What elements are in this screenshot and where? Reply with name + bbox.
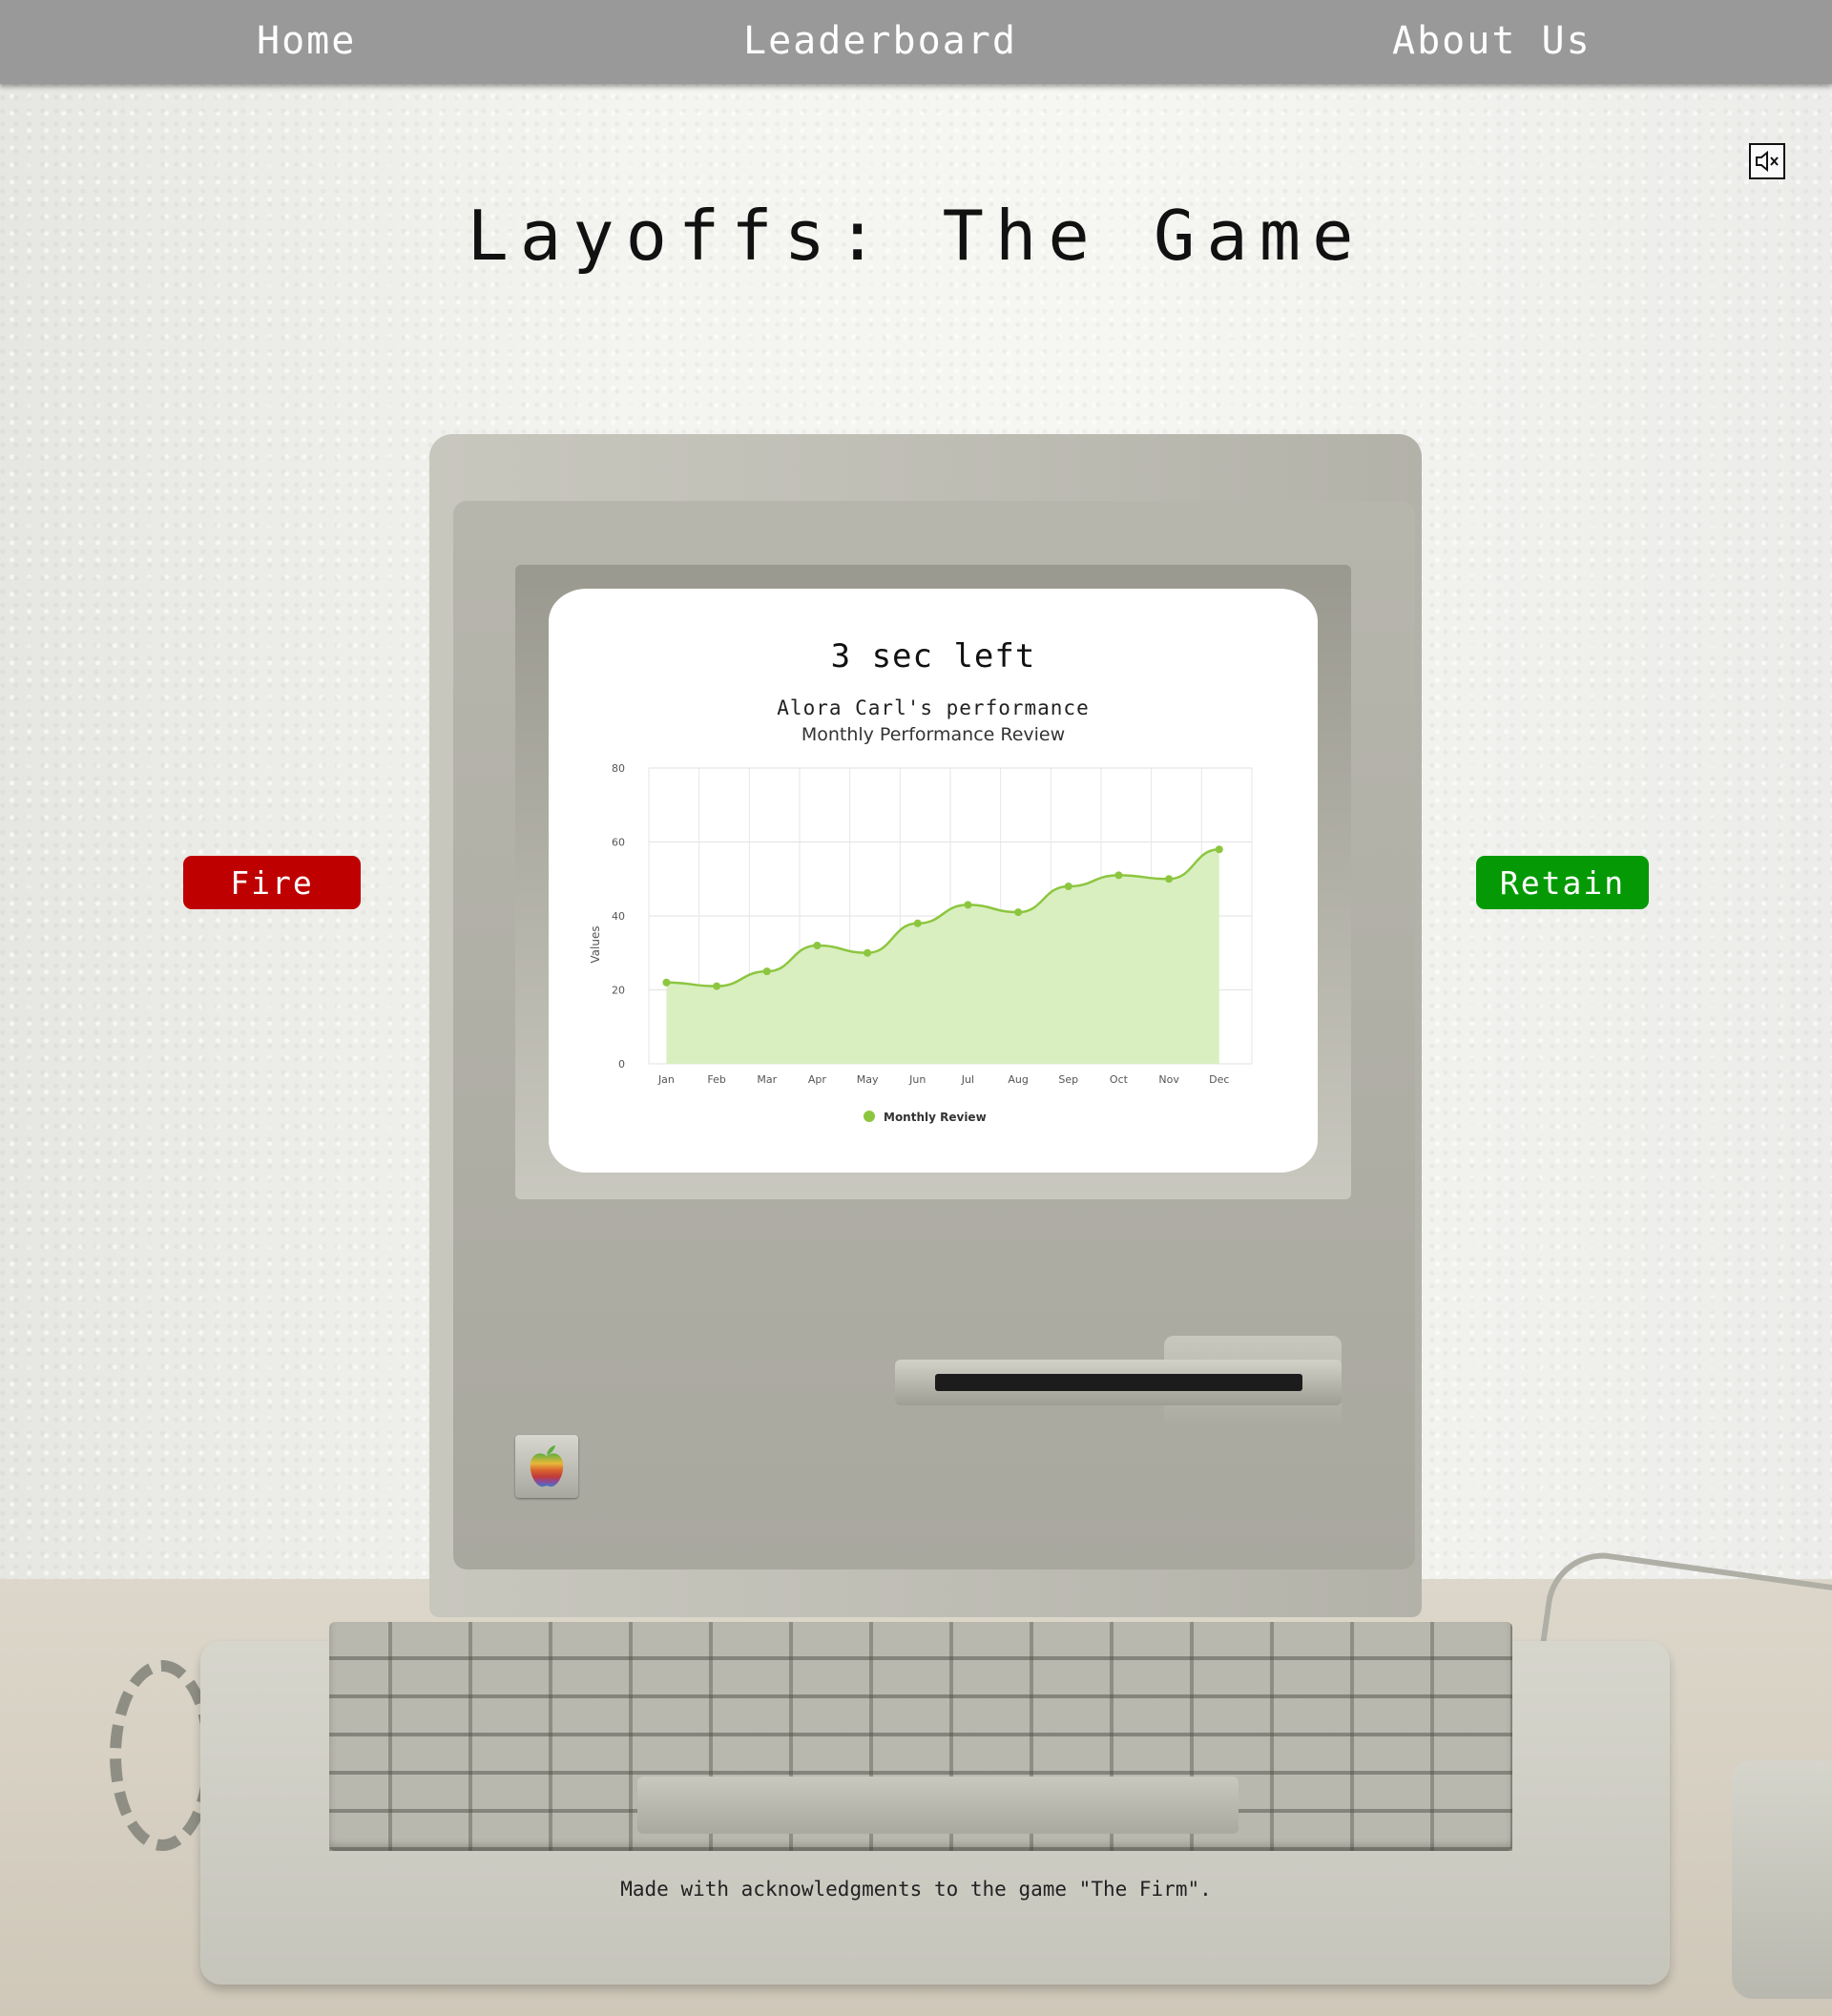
x-tick-label: Jun <box>908 1073 926 1086</box>
apple-logo-icon <box>530 1445 564 1487</box>
legend-label: Monthly Review <box>884 1111 987 1124</box>
data-point <box>1064 883 1072 890</box>
performance-chart: 0 20 40 60 80 Jan Feb Mar Apr May Jun Jul Aug Sep Oct… <box>589 762 1253 1124</box>
keyboard-cord <box>110 1660 215 1851</box>
retain-button[interactable]: Retain <box>1476 856 1649 909</box>
data-point <box>813 942 822 949</box>
data-point <box>1014 908 1023 917</box>
top-navbar: Home Leaderboard About Us <box>0 0 1832 84</box>
data-point <box>1215 845 1223 854</box>
x-tick-label: Jul <box>961 1073 974 1086</box>
data-point <box>1165 875 1174 883</box>
mute-toggle-button[interactable] <box>1749 143 1785 179</box>
x-tick-label: Sep <box>1058 1073 1078 1086</box>
nav-leaderboard-link[interactable]: Leaderboard <box>743 19 1017 63</box>
nav-home-link[interactable]: Home <box>257 19 356 63</box>
page-title: Layoffs: The Game <box>467 196 1365 276</box>
nav-about-link[interactable]: About Us <box>1392 19 1592 63</box>
keyboard-spacebar <box>637 1777 1239 1834</box>
x-tick-labels: Jan Feb Mar Apr May Jun Jul Aug Sep Oct Nov Dec <box>657 1073 1229 1086</box>
chart-title: Monthly Performance Review <box>801 724 1066 745</box>
data-point <box>662 978 671 987</box>
y-tick-label: 80 <box>612 762 625 775</box>
countdown-timer: 3 sec left <box>830 637 1036 675</box>
data-point <box>964 901 972 909</box>
x-tick-label: Aug <box>1008 1073 1028 1086</box>
data-point <box>864 948 872 957</box>
x-tick-label: Oct <box>1110 1073 1129 1086</box>
employee-performance-caption: Alora Carl's performance <box>777 696 1090 719</box>
y-tick-label: 20 <box>612 985 625 997</box>
floppy-slot <box>935 1374 1302 1391</box>
footer-credit: Made with acknowledgments to the game "T… <box>620 1878 1212 1901</box>
data-point <box>762 967 771 976</box>
x-tick-label: May <box>857 1073 879 1086</box>
y-axis-label: Values <box>589 925 602 963</box>
data-point <box>1114 871 1123 880</box>
x-tick-label: Jan <box>657 1073 675 1086</box>
apple-badge <box>515 1435 578 1498</box>
x-tick-label: Apr <box>808 1073 827 1086</box>
x-tick-label: Nov <box>1158 1073 1179 1086</box>
y-tick-label: 60 <box>612 837 625 849</box>
y-tick-label: 40 <box>612 910 625 923</box>
speaker-muted-icon <box>1756 150 1779 173</box>
x-tick-label: Feb <box>707 1073 725 1086</box>
x-tick-label: Mar <box>757 1073 777 1086</box>
y-tick-labels: 0 20 40 60 80 <box>612 762 625 1070</box>
y-tick-label: 0 <box>618 1058 625 1070</box>
data-point <box>913 919 922 927</box>
legend-marker <box>864 1111 875 1122</box>
x-tick-label: Dec <box>1209 1073 1229 1086</box>
data-point <box>713 982 721 990</box>
fire-button[interactable]: Fire <box>183 856 361 909</box>
